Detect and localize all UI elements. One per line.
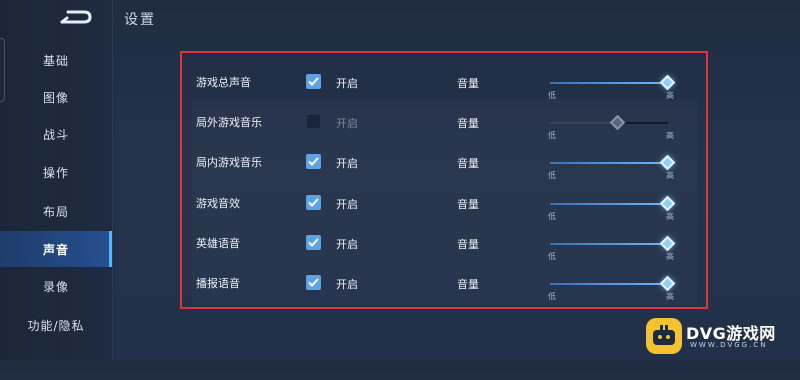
slider-fill	[550, 283, 668, 285]
enable-checkbox[interactable]	[306, 74, 321, 89]
enable-checkbox[interactable]	[306, 154, 321, 169]
volume-label: 音量	[457, 198, 479, 211]
volume-slider[interactable]: 低高	[548, 73, 676, 103]
sidebar-item-1[interactable]: 图像	[0, 79, 112, 115]
volume-slider[interactable]: 低高	[548, 234, 676, 264]
volume-label: 音量	[457, 77, 479, 90]
sidebar-item-label: 战斗	[42, 127, 69, 142]
enable-checkbox[interactable]	[306, 235, 321, 250]
sound-settings-panel: 游戏总声音 开启 音量低高局外游戏音乐 开启 音量低高局内游戏音乐 开启 音量低高游戏音效开…	[180, 51, 708, 309]
back-arrow-icon	[60, 10, 92, 24]
sidebar-item-label: 布局	[42, 204, 69, 219]
watermark-logo-icon	[646, 318, 682, 354]
enable-checkbox[interactable]	[306, 114, 321, 129]
slider-low-label: 低	[548, 171, 556, 180]
slider-thumb[interactable]	[659, 74, 676, 91]
sidebar-item-8[interactable]	[0, 344, 112, 380]
setting-label: 局内游戏音乐	[196, 156, 262, 169]
check-icon	[308, 238, 319, 247]
enable-checkbox[interactable]	[306, 275, 321, 290]
watermark: DVG游戏网 WWW.DVGG.CN	[646, 316, 796, 356]
setting-label: 局外游戏音乐	[196, 116, 262, 129]
page-title: 设置	[124, 12, 156, 28]
check-icon	[308, 198, 319, 207]
sidebar-item-0[interactable]: 基础	[0, 42, 112, 78]
volume-slider[interactable]: 低高	[548, 153, 676, 183]
toggle-label: 开启	[336, 278, 358, 291]
setting-label: 英雄语音	[196, 237, 240, 250]
slider-low-label: 低	[548, 91, 556, 100]
slider-fill	[550, 243, 668, 245]
sidebar-item-label: 声音	[42, 242, 69, 257]
setting-row: 游戏音效 开启 音量低高	[182, 182, 706, 222]
sidebar-item-2[interactable]: 战斗	[0, 116, 112, 152]
toggle-label: 开启	[336, 77, 358, 90]
slider-thumb[interactable]	[659, 235, 676, 252]
slider-thumb[interactable]	[659, 195, 676, 212]
volume-label: 音量	[457, 278, 479, 291]
sidebar-item-5[interactable]: 声音	[0, 231, 112, 267]
sidebar-item-label: 功能/隐私	[27, 318, 85, 333]
sidebar-item-4[interactable]: 布局	[0, 193, 112, 229]
slider-fill	[550, 162, 668, 164]
setting-label: 游戏音效	[196, 197, 240, 210]
setting-row: 游戏总声音 开启 音量低高	[182, 61, 706, 101]
back-button[interactable]	[58, 8, 94, 28]
sidebar-item-6[interactable]: 录像	[0, 268, 112, 304]
setting-label: 播报语音	[196, 277, 240, 290]
slider-low-label: 低	[548, 212, 556, 221]
slider-fill	[550, 203, 668, 205]
volume-label: 音量	[457, 157, 479, 170]
slider-high-label: 高	[666, 292, 674, 301]
volume-label: 音量	[457, 238, 479, 251]
slider-high-label: 高	[666, 131, 674, 140]
sidebar-item-label: 基础	[42, 53, 69, 68]
check-icon	[308, 278, 319, 287]
setting-label: 游戏总声音	[196, 76, 251, 89]
slider-low-label: 低	[548, 292, 556, 301]
check-icon	[308, 157, 319, 166]
slider-thumb[interactable]	[659, 154, 676, 171]
slider-fill	[550, 122, 618, 124]
setting-row: 局外游戏音乐 开启 音量低高	[182, 101, 706, 141]
slider-high-label: 高	[666, 91, 674, 100]
volume-label: 音量	[457, 117, 479, 130]
check-icon	[308, 77, 319, 86]
watermark-url: WWW.DVGG.CN	[690, 341, 768, 349]
sidebar-item-3[interactable]: 操作	[0, 154, 112, 190]
toggle-label: 开启	[336, 117, 358, 130]
volume-slider[interactable]: 低高	[548, 194, 676, 224]
slider-low-label: 低	[548, 252, 556, 261]
sidebar: 基础图像战斗操作布局声音录像功能/隐私	[0, 0, 113, 360]
enable-checkbox[interactable]	[306, 195, 321, 210]
volume-slider[interactable]: 低高	[548, 274, 676, 304]
slider-low-label: 低	[548, 131, 556, 140]
toggle-label: 开启	[336, 157, 358, 170]
setting-row: 播报语音 开启 音量低高	[182, 262, 706, 302]
setting-row: 英雄语音 开启 音量低高	[182, 222, 706, 262]
sidebar-item-label: 图像	[42, 90, 69, 105]
slider-thumb[interactable]	[659, 275, 676, 292]
slider-high-label: 高	[666, 212, 674, 221]
toggle-label: 开启	[336, 238, 358, 251]
sidebar-item-label: 操作	[42, 165, 69, 180]
sidebar-item-7[interactable]: 功能/隐私	[0, 307, 112, 343]
slider-high-label: 高	[666, 252, 674, 261]
setting-row: 局内游戏音乐 开启 音量低高	[182, 141, 706, 181]
toggle-label: 开启	[336, 198, 358, 211]
slider-thumb[interactable]	[609, 114, 626, 131]
slider-fill	[550, 82, 668, 84]
slider-high-label: 高	[666, 171, 674, 180]
volume-slider[interactable]: 低高	[548, 113, 674, 143]
sidebar-item-label: 录像	[42, 279, 69, 294]
